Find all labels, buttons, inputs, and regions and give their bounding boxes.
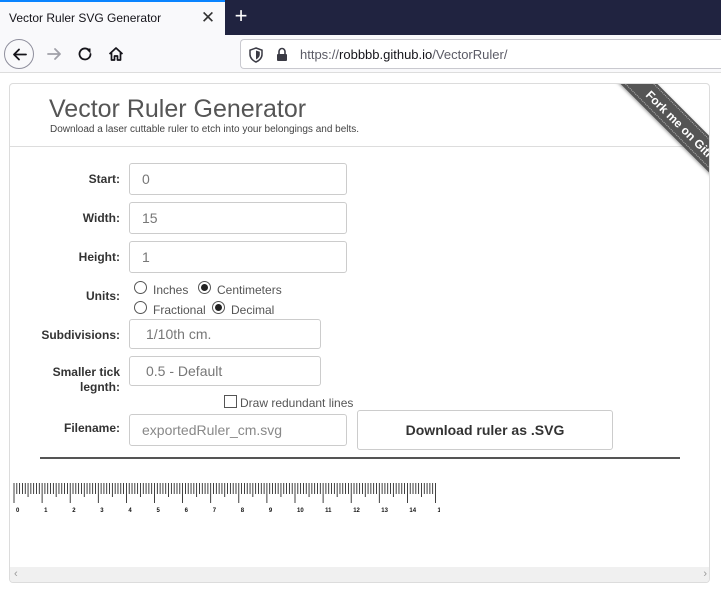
navigation-bar: https://robbbb.github.io/VectorRuler/ xyxy=(0,35,721,73)
horizontal-scrollbar[interactable]: ‹ › xyxy=(10,567,709,582)
shield-icon[interactable] xyxy=(249,47,263,63)
address-bar[interactable]: https://robbbb.github.io/VectorRuler/ xyxy=(240,39,721,69)
page-subtitle: Download a laser cuttable ruler to etch … xyxy=(50,124,360,135)
ruler-number-label: 12 xyxy=(353,508,360,514)
back-arrow-icon xyxy=(13,48,27,61)
ruler-number-label: 3 xyxy=(100,508,104,514)
download-svg-button[interactable]: Download ruler as .SVG xyxy=(357,410,613,450)
inches-label: Inches xyxy=(153,283,189,297)
ruler-number-label: 10 xyxy=(297,508,304,514)
ruler-number-label: 9 xyxy=(269,508,273,514)
scroll-right-icon[interactable]: › xyxy=(703,568,707,580)
url-host: robbbb.github.io xyxy=(339,47,433,62)
home-icon xyxy=(108,47,124,61)
home-button[interactable] xyxy=(101,39,131,69)
ruler-number-label: 4 xyxy=(128,508,132,514)
forward-button[interactable] xyxy=(39,39,69,69)
ruler-number-label: 11 xyxy=(325,508,332,514)
ruler-number-label: 8 xyxy=(241,508,245,514)
height-label: Height: xyxy=(78,250,120,264)
page-content: Vector Ruler Generator Download a laser … xyxy=(9,83,710,583)
centimeters-label: Centimeters xyxy=(217,283,282,297)
redundant-lines-checkbox[interactable] xyxy=(224,395,237,408)
inches-radio[interactable] xyxy=(134,281,147,294)
ruler-number-label: 1 xyxy=(44,508,48,514)
centimeters-radio[interactable] xyxy=(198,281,211,294)
fractional-radio[interactable] xyxy=(134,301,147,314)
ruler-number-label: 5 xyxy=(157,508,161,514)
ruler-number-label: 7 xyxy=(213,508,217,514)
ruler-number-label: 2 xyxy=(72,508,76,514)
ruler-number-label: 6 xyxy=(185,508,189,514)
back-button[interactable] xyxy=(4,39,34,69)
github-ribbon-container: Fork me on GitHub xyxy=(571,84,709,224)
smaller-tick-label-line1: Smaller tick xyxy=(52,365,120,379)
units-label: Units: xyxy=(86,289,120,303)
tab-bar: Vector Ruler SVG Generator ✕ + xyxy=(0,0,721,35)
reload-button[interactable] xyxy=(70,39,100,69)
tab-close-icon[interactable]: ✕ xyxy=(199,8,217,28)
browser-tab[interactable]: Vector Ruler SVG Generator ✕ xyxy=(0,0,225,35)
decimal-label: Decimal xyxy=(231,303,275,317)
start-label: Start: xyxy=(88,172,120,186)
url-path: /VectorRuler/ xyxy=(432,47,508,62)
redundant-lines-label: Draw redundant lines xyxy=(240,396,354,410)
filename-label: Filename: xyxy=(63,421,120,435)
smaller-tick-label-line2: legnth: xyxy=(80,380,120,394)
url-prefix: https:// xyxy=(300,47,340,62)
url-text[interactable]: https://robbbb.github.io/VectorRuler/ xyxy=(300,47,507,62)
subdivisions-select[interactable]: 1/10th cm. xyxy=(129,319,321,349)
width-input[interactable] xyxy=(129,202,347,234)
new-tab-icon[interactable]: + xyxy=(229,3,253,29)
fractional-label: Fractional xyxy=(153,303,206,317)
height-input[interactable] xyxy=(129,241,347,273)
decimal-radio[interactable] xyxy=(212,301,225,314)
scroll-left-icon[interactable]: ‹ xyxy=(14,568,18,580)
form-divider xyxy=(40,457,680,459)
ruler-preview: 0123456789101112131415 xyxy=(13,483,441,514)
ruler-number-label: 14 xyxy=(409,508,416,514)
ruler-number-label: 0 xyxy=(16,508,20,514)
smaller-tick-label: Smaller tick legnth: xyxy=(30,365,120,395)
lock-icon[interactable] xyxy=(276,47,288,62)
reload-icon xyxy=(78,47,92,61)
ruler-number-label: 15 xyxy=(438,508,441,514)
fork-on-github-ribbon[interactable]: Fork me on GitHub xyxy=(609,84,709,208)
ruler-number-label: 13 xyxy=(381,508,388,514)
forward-arrow-icon xyxy=(47,48,61,60)
subdivisions-label: Subdivisions: xyxy=(41,328,120,342)
start-input[interactable] xyxy=(129,163,347,195)
tab-title: Vector Ruler SVG Generator xyxy=(9,11,162,25)
filename-input[interactable] xyxy=(129,414,347,446)
smaller-tick-select[interactable]: 0.5 - Default xyxy=(129,356,321,386)
page-title: Vector Ruler Generator xyxy=(49,95,307,123)
width-label: Width: xyxy=(82,211,120,225)
